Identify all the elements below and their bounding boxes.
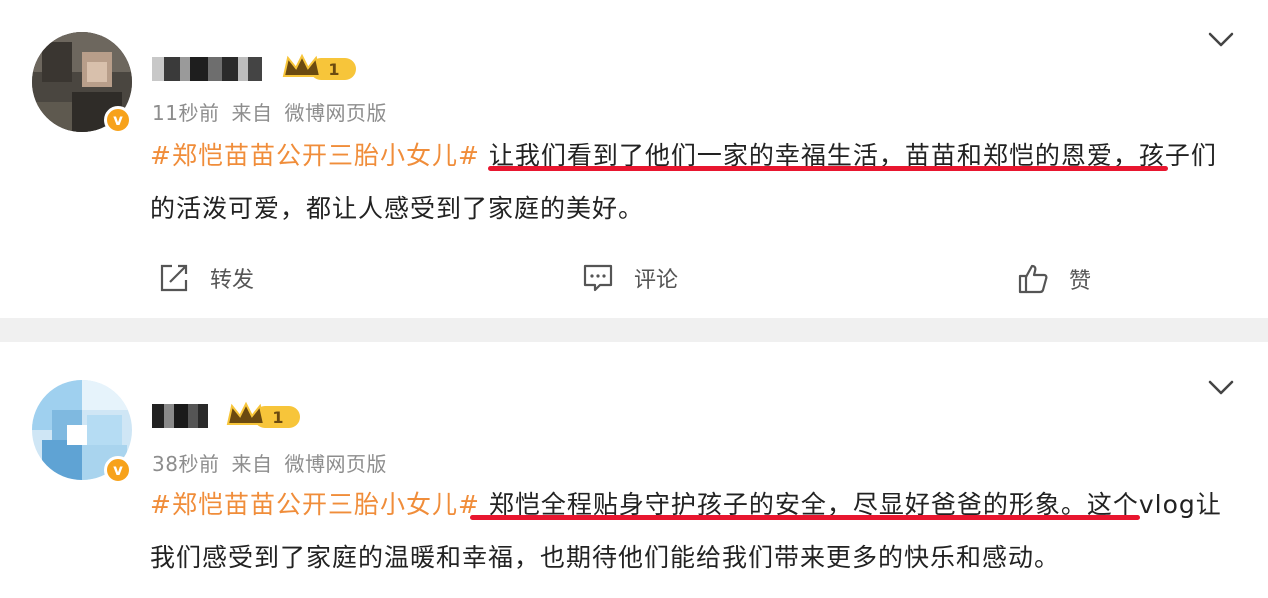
verified-badge: v (104, 106, 132, 134)
repost-icon (160, 264, 188, 292)
level-number: 1 (272, 408, 283, 427)
red-underline (488, 166, 1168, 171)
thumbs-up-icon (1018, 264, 1048, 294)
hashtag-link[interactable]: #郑恺苗苗公开三胎小女儿# (150, 141, 480, 170)
hashtag-link[interactable]: #郑恺苗苗公开三胎小女儿# (150, 490, 480, 519)
post-content: #郑恺苗苗公开三胎小女儿# 郑恺全程贴身守护孩子的安全，尽显好爸爸的形象。这个v… (150, 478, 1230, 584)
like-button[interactable]: 赞 (1017, 263, 1091, 295)
chevron-down-icon[interactable] (1208, 32, 1234, 48)
post-content: #郑恺苗苗公开三胎小女儿# 让我们看到了他们一家的幸福生活，苗苗和郑恺的恩爱，孩… (150, 129, 1230, 235)
weibo-post-1: v 1 11秒前 来自 微博网页版 #郑恺苗苗公开三胎小女儿# 让我们看到了他们一家… (0, 0, 1268, 318)
post-source[interactable]: 微博网页版 (284, 101, 387, 125)
crown-icon: 1 (282, 53, 356, 80)
red-underline (470, 515, 1140, 520)
comment-label: 评论 (634, 268, 679, 293)
post-separator (0, 318, 1268, 342)
verified-badge: v (104, 456, 132, 484)
level-number: 1 (328, 60, 339, 79)
post-meta: 11秒前 来自 微博网页版 (152, 97, 399, 126)
comment-icon (583, 264, 613, 292)
post-source[interactable]: 微博网页版 (284, 452, 387, 476)
source-prefix: 来自 (231, 101, 273, 125)
post-time[interactable]: 38秒前 (152, 452, 219, 476)
like-label: 赞 (1069, 269, 1092, 294)
username-pixelated[interactable] (152, 403, 208, 429)
repost-label: 转发 (210, 268, 255, 293)
repost-button[interactable]: 转发 (158, 262, 254, 294)
crown-icon: 1 (226, 401, 300, 428)
chevron-down-icon[interactable] (1208, 380, 1234, 396)
post-meta: 38秒前 来自 微博网页版 (152, 448, 399, 477)
username-pixelated[interactable] (152, 56, 262, 82)
source-prefix: 来自 (231, 452, 273, 476)
post-time[interactable]: 11秒前 (152, 101, 219, 125)
comment-button[interactable]: 评论 (582, 262, 678, 294)
